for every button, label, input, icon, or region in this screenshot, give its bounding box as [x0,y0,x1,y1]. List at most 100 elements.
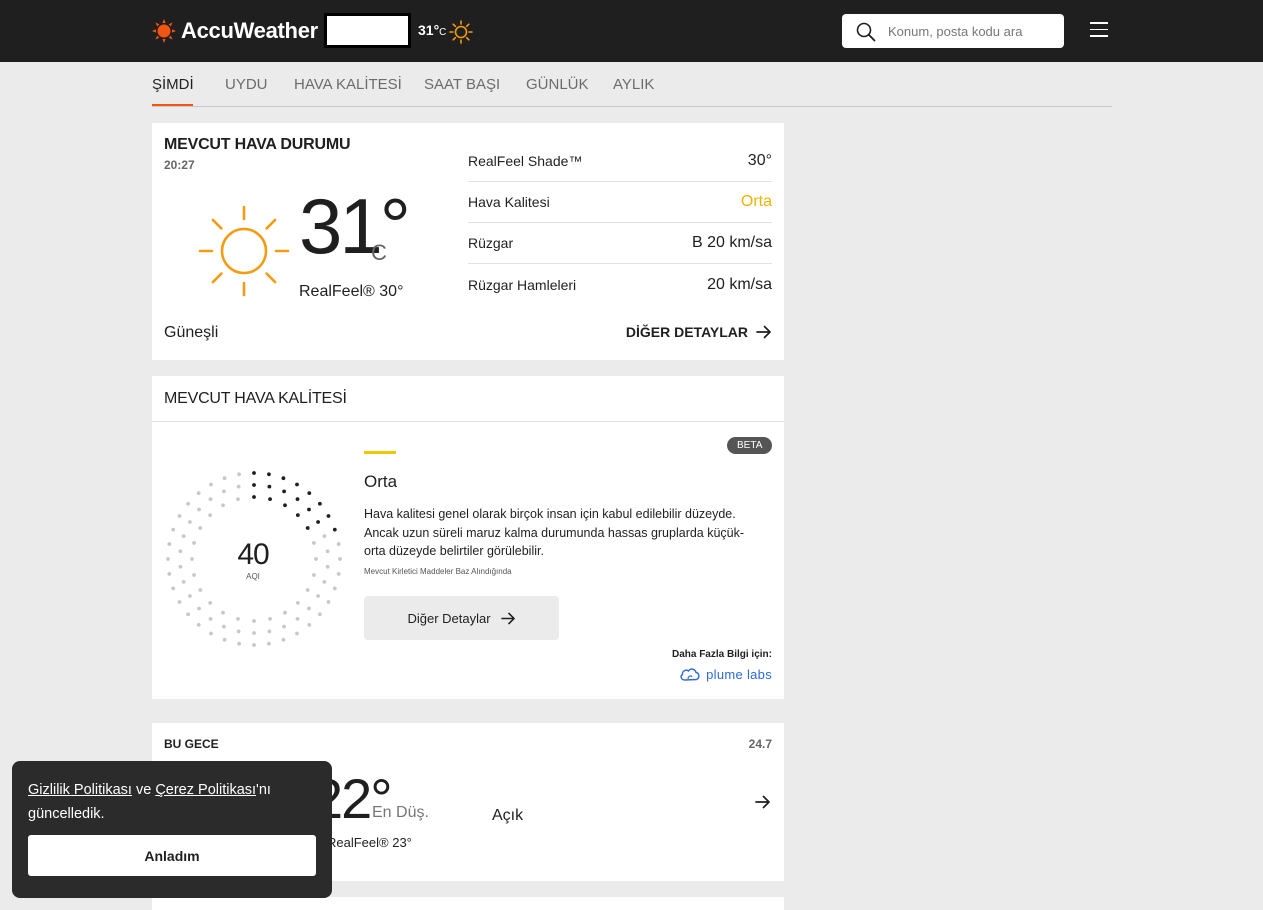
plume-labs-text: plume labs [706,666,772,682]
aqi-dial-dot [295,482,299,487]
header-temp-unit: C [439,27,447,38]
aqi-dial-dot [252,483,256,487]
detail-label: Rüzgar Hamleleri [468,276,577,293]
aqi-dial-dot [283,610,287,615]
aqi-dial-dot [295,616,300,621]
aqi-dial-dot [197,507,201,512]
aqi-dial-dot [188,520,192,524]
aqi-dial-dot [237,641,241,646]
aqi-dial-dot [171,586,176,591]
aqi-dial-dot [317,612,322,617]
aqi-dial-dot [325,564,330,569]
aqi-dial-dot [208,513,213,518]
aqi-dial-dot [307,606,311,611]
brand-logo[interactable]: AccuWeather [152,17,318,45]
detail-row-air-quality: Hava Kalitesi Orta [468,182,772,223]
brand-sun-icon [152,19,176,43]
header-current-temp[interactable]: 31°C [418,22,446,38]
aqi-dial-dot [236,497,240,502]
weather-phrase: Güneşli [164,324,219,341]
aqi-dial-dot [190,557,194,561]
aqi-dial-dot [325,549,330,554]
aqi-dial-dot [186,612,191,617]
aqi-level-color-bar [364,451,396,454]
aqi-dial-dot [237,472,241,477]
aqi-dial-dot [252,619,256,623]
sub-navigation: ŞİMDİ UYDU HAVA KALİTESİ SAAT BAŞI GÜNLÜ… [152,62,1112,107]
active-tab-indicator [152,104,193,106]
aqi-dial-dot [192,573,197,577]
aqi-dial-dot [208,600,213,605]
aqi-dial-dot [178,549,183,554]
aqi-dial-dot [252,643,256,647]
tonight-realfeel: RealFeel® 23° [327,835,412,850]
tab-hourly[interactable]: SAAT BAŞI [424,76,500,93]
current-weather-time: 20:27 [164,158,195,172]
search-icon[interactable] [856,22,876,42]
tonight-phrase: Açık [492,807,524,824]
temperature-unit: C [371,240,387,265]
aqi-dial-dot [332,527,337,532]
aqi-dial-dot [236,616,240,621]
aqi-dial-dot [177,514,182,518]
search-input[interactable] [888,14,1058,48]
cookie-policy-link[interactable]: Çerez Politikası [155,782,256,798]
aqi-dial-dot [196,622,201,627]
aqi-dial-dot [295,600,300,605]
aqi-level: Orta [364,472,398,491]
aqi-dial-dot [208,616,213,621]
air-quality-card: MEVCUT HAVA KALİTESİ 40 AQI BETA Orta Ha… [152,376,784,699]
aqi-dial-dot [181,579,186,584]
plume-labs-logo-icon [680,668,700,681]
aqi-value: 40 [237,538,269,571]
aqi-dial-dot [305,526,310,530]
current-temperature: 31° [299,182,411,270]
plume-labs-link[interactable]: plume labs [679,666,772,682]
aqi-dial-dot [283,503,287,508]
aqi-dial-dot [222,624,226,629]
accept-cookies-button[interactable]: Anladım [28,835,316,876]
aqi-dial-dot [314,557,318,561]
aqi-source-note: Mevcut Kirletici Maddeler Baz Alındığınd… [364,567,512,576]
more-details-link[interactable]: DİĞER DETAYLAR [626,324,772,340]
aqi-dial-dot [178,564,183,569]
tonight-low-label: En Düş. [372,804,429,821]
cookie-message: Gizlilik Politikası ve Çerez Politikası'… [28,778,318,826]
aqi-dial-dot [307,507,311,512]
aqi-dial-dot [268,497,272,502]
aqi-dial-dot [307,622,312,627]
aqi-more-details-label: Diğer Detaylar [407,610,491,626]
beta-badge: BETA [727,437,773,454]
privacy-policy-link[interactable]: Gizlilik Politikası [28,782,132,798]
tab-daily[interactable]: GÜNLÜK [526,76,589,93]
detail-row-wind: Rüzgar B 20 km/sa [468,223,772,264]
location-selector[interactable] [324,13,411,48]
next-card [152,897,784,910]
detail-row-wind-gusts: Rüzgar Hamleleri 20 km/sa [468,264,772,305]
aqi-dial-dot [209,482,213,487]
aqi-dial-dot [181,534,186,539]
aqi-dial-dot [268,616,272,621]
detail-value: B 20 km/sa [691,234,772,251]
aqi-dial-dot [252,471,256,475]
arrow-right-icon[interactable] [755,795,771,809]
tab-monthly[interactable]: AYLIK [613,76,654,93]
realfeel-value: RealFeel® 30° [299,283,404,300]
arrow-right-icon [500,612,515,624]
tab-now[interactable]: ŞİMDİ [152,76,194,93]
aqi-dial-dot [208,497,213,502]
aqi-dial-dot [322,534,327,539]
aqi-dial-dot [167,572,172,576]
sunny-icon [198,205,290,297]
tab-air-quality[interactable]: HAVA KALİTESİ [294,76,402,93]
aqi-dial-dot [336,542,341,546]
aqi-dial-dot [221,503,225,508]
aqi-dial-dot [305,588,310,592]
hamburger-menu-icon[interactable] [1090,22,1108,40]
aqi-dial-dot [311,541,316,545]
brand-name: AccuWeather [181,18,318,43]
tab-satellite[interactable]: UYDU [225,76,268,93]
aqi-more-details-button[interactable]: Diğer Detaylar [364,596,559,640]
aqi-dial-dot [316,520,320,524]
current-weather-card[interactable]: MEVCUT HAVA DURUMU 20:27 31° C RealFeel®… [152,123,784,360]
